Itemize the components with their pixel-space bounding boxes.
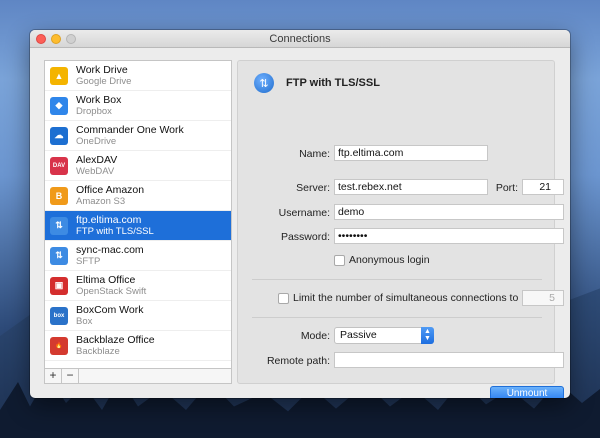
zoom-window-button[interactable] [66, 34, 76, 44]
mode-select[interactable]: Passive ▲ ▼ [334, 327, 434, 344]
connection-text: Backblaze Office Backblaze [76, 334, 155, 358]
connection-type: SFTP [76, 255, 101, 267]
separator [252, 317, 542, 318]
sftp-icon: ⇅ [50, 246, 68, 265]
sidebar-footer: + − [45, 368, 231, 383]
connection-text: Work Drive Google Drive [76, 64, 131, 88]
connection-item[interactable]: ☁ Commander One Work OneDrive [45, 121, 231, 151]
connection-item[interactable]: DAV AlexDAV WebDAV [45, 151, 231, 181]
port-field[interactable]: 21 [522, 179, 564, 195]
add-connection-button[interactable]: + [45, 369, 62, 383]
connection-name: Work Box [76, 93, 122, 106]
backblaze-icon: 🔥 [50, 336, 68, 355]
connection-name: Eltima Office [76, 273, 136, 286]
connection-type: OneDrive [76, 135, 117, 147]
connection-item[interactable]: B Office Amazon Amazon S3 [45, 181, 231, 211]
connection-type: Amazon S3 [76, 195, 126, 207]
connection-text: ftp.eltima.com FTP with TLS/SSL [76, 214, 154, 238]
chevron-updown-icon: ▲ ▼ [421, 327, 434, 344]
connection-type: Backblaze [76, 345, 120, 357]
connection-type: FTP with TLS/SSL [76, 225, 154, 237]
anonymous-login-checkbox[interactable] [334, 255, 345, 266]
password-label: Password: [280, 231, 330, 243]
ftp-icon: ⇅ [254, 73, 274, 93]
separator [252, 279, 542, 280]
anonymous-login-label: Anonymous login [349, 254, 430, 266]
details-header: ⇅ FTP with TLS/SSL [254, 73, 380, 93]
connection-name: ftp.eltima.com [76, 213, 142, 226]
connection-name: AlexDAV [76, 153, 118, 166]
box-icon: box [50, 306, 68, 325]
connection-text: Eltima Office OpenStack Swift [76, 274, 146, 298]
title-bar: Connections [30, 30, 570, 48]
connection-name: Office Amazon [76, 183, 145, 196]
mode-select-value: Passive [340, 329, 377, 341]
mode-label: Mode: [300, 330, 330, 342]
connection-name: Commander One Work [76, 123, 184, 136]
remote-path-label: Remote path: [266, 355, 330, 367]
connection-text: sync-mac.com SFTP [76, 244, 144, 268]
connection-name: BoxCom Work [76, 303, 144, 316]
google-drive-icon: ▲ [50, 66, 68, 85]
connection-type: WebDAV [76, 165, 115, 177]
connection-text: Work Box Dropbox [76, 94, 121, 118]
close-window-button[interactable] [36, 34, 46, 44]
connection-item[interactable]: box BoxCom Work Box [45, 301, 231, 331]
limit-connections-field[interactable]: 5 [522, 290, 564, 306]
connection-text: Commander One Work OneDrive [76, 124, 184, 148]
amazon-s3-icon: B [50, 186, 68, 205]
ftp-icon: ⇅ [50, 216, 68, 235]
server-field[interactable]: test.rebex.net [334, 179, 488, 195]
remote-path-field[interactable] [334, 352, 564, 368]
unmount-button[interactable]: Unmount [490, 386, 564, 398]
dropbox-icon: ◆ [50, 96, 68, 115]
limit-connections-label: Limit the number of simultaneous connect… [293, 292, 519, 304]
connections-sidebar: ▲ Work Drive Google Drive ◆ Work Box Dropbox ☁… [44, 60, 232, 384]
connection-list: ▲ Work Drive Google Drive ◆ Work Box Dropbox ☁… [45, 61, 231, 369]
username-label: Username: [278, 207, 330, 219]
connection-type: OpenStack Swift [76, 285, 147, 297]
connection-text: BoxCom Work Box [76, 304, 144, 328]
window-title: Connections [269, 33, 331, 45]
onedrive-icon: ☁ [50, 126, 68, 145]
connections-window: Connections ▲ Work Drive Google Drive ◆ Work… [30, 30, 570, 398]
webdav-icon: DAV [50, 156, 68, 175]
connection-type: Box [76, 315, 93, 327]
port-label: Port: [495, 182, 518, 194]
connection-text: AlexDAV WebDAV [76, 154, 117, 178]
connection-type: Google Drive [76, 75, 132, 87]
connection-name: sync-mac.com [76, 243, 144, 256]
connection-type: Dropbox [76, 105, 112, 117]
details-title: FTP with TLS/SSL [286, 77, 380, 89]
connection-details-panel: ⇅ FTP with TLS/SSL Name: ftp.eltima.com … [237, 60, 564, 398]
password-field[interactable]: •••••••• [334, 228, 564, 244]
connection-item[interactable]: ⇅ ftp.eltima.com FTP with TLS/SSL [45, 211, 231, 241]
name-field[interactable]: ftp.eltima.com [334, 145, 488, 161]
connection-name: Backblaze Office [76, 333, 155, 346]
connection-text: Office Amazon Amazon S3 [76, 184, 144, 208]
connection-item[interactable]: ▲ Work Drive Google Drive [45, 61, 231, 91]
name-label: Name: [299, 148, 330, 160]
openstack-icon: ▣ [50, 276, 68, 295]
username-field[interactable]: demo [334, 204, 564, 220]
connection-item[interactable]: ⇅ sync-mac.com SFTP [45, 241, 231, 271]
connection-name: Work Drive [76, 63, 128, 76]
minimize-window-button[interactable] [51, 34, 61, 44]
server-label: Server: [296, 182, 330, 194]
connection-item[interactable]: ◆ Work Box Dropbox [45, 91, 231, 121]
connection-item[interactable]: 🔥 Backblaze Office Backblaze [45, 331, 231, 361]
remove-connection-button[interactable]: − [62, 369, 79, 383]
connection-item[interactable]: ▣ Eltima Office OpenStack Swift [45, 271, 231, 301]
limit-connections-checkbox[interactable] [278, 293, 289, 304]
